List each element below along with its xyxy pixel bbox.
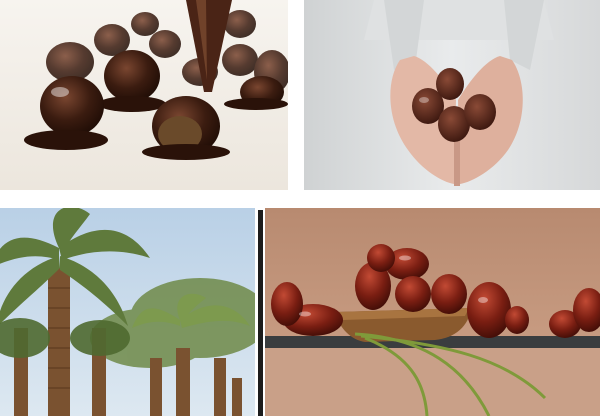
photo-chocolate-dipped-dates [0,0,288,190]
photo-date-palm-grove [0,208,255,416]
photo-divider [258,210,263,416]
dates-dish-image [265,208,600,416]
chocolate-dates-image [0,0,288,190]
photo-dates-on-wooden-dish [265,208,600,416]
photo-hands-holding-dates [304,0,600,190]
hands-dates-image [304,0,600,190]
palm-grove-image [0,208,255,416]
